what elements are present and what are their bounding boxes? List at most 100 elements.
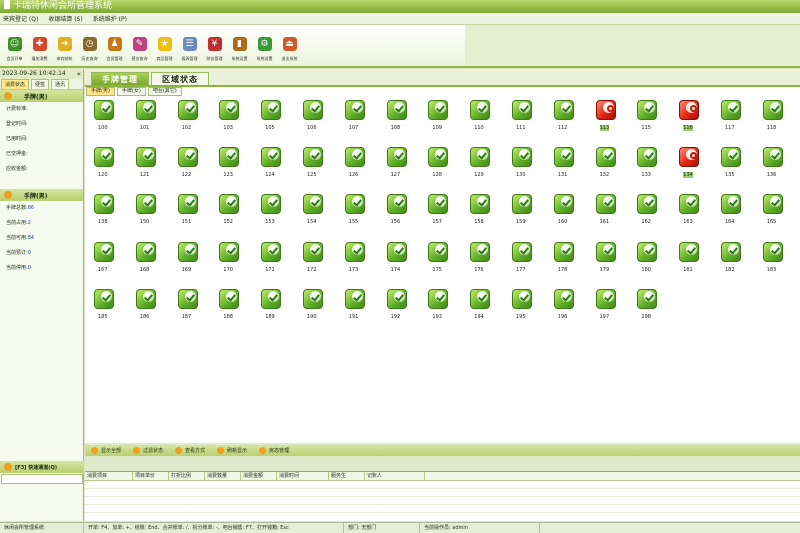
tag-cell[interactable]: 181 bbox=[670, 241, 700, 283]
tag-cell[interactable]: 173 bbox=[336, 241, 366, 283]
table-column-header[interactable]: 消费数量 bbox=[205, 472, 241, 480]
view-mode-button[interactable]: 查看方式 bbox=[175, 447, 205, 454]
tag-cell[interactable]: 128 bbox=[419, 146, 449, 188]
toolbar-button-2[interactable]: ➜ 来宾结帐 bbox=[52, 25, 77, 66]
tag-cell[interactable]: 118 bbox=[754, 99, 784, 141]
tag-cell[interactable]: 174 bbox=[378, 241, 408, 283]
tag-cell[interactable]: 186 bbox=[127, 288, 157, 330]
tag-cell[interactable]: 177 bbox=[503, 241, 533, 283]
tag-cell[interactable]: 123 bbox=[210, 146, 240, 188]
toolbar-button-0[interactable]: ☺ 会员开单 bbox=[2, 25, 27, 66]
tag-cell[interactable]: 107 bbox=[336, 99, 366, 141]
table-row[interactable] bbox=[85, 481, 800, 489]
tag-cell[interactable]: 153 bbox=[252, 193, 282, 235]
tag-cell[interactable]: 176 bbox=[461, 241, 491, 283]
quick-channel-header[interactable]: [F3] 快速通道(Q) bbox=[0, 461, 84, 473]
table-column-header[interactable]: 消费金额 bbox=[241, 472, 277, 480]
tag-cell[interactable]: 138 bbox=[85, 193, 115, 235]
tag-cell[interactable]: 133 bbox=[628, 146, 658, 188]
tag-cell[interactable]: 183 bbox=[754, 241, 784, 283]
table-row[interactable] bbox=[85, 489, 800, 497]
tag-cell[interactable]: 162 bbox=[628, 193, 658, 235]
tag-cell[interactable]: 109 bbox=[419, 99, 449, 141]
tag-cell[interactable]: 117 bbox=[712, 99, 742, 141]
tag-cell[interactable]: 152 bbox=[210, 193, 240, 235]
collapse-icon[interactable]: « bbox=[77, 69, 81, 79]
tag-cell[interactable]: 136 bbox=[754, 146, 784, 188]
tag-cell[interactable]: 194 bbox=[461, 288, 491, 330]
tag-cell[interactable]: 172 bbox=[294, 241, 324, 283]
tag-cell[interactable]: 160 bbox=[545, 193, 575, 235]
tag-cell[interactable]: 198 bbox=[628, 288, 658, 330]
tag-cell[interactable]: 116 bbox=[670, 99, 700, 141]
table-row[interactable] bbox=[85, 505, 800, 513]
tag-cell[interactable]: 115 bbox=[628, 99, 658, 141]
tag-cell[interactable]: 101 bbox=[127, 99, 157, 141]
tag-cell[interactable]: 132 bbox=[587, 146, 617, 188]
tag-cell[interactable]: 156 bbox=[378, 193, 408, 235]
tag-cell[interactable]: 175 bbox=[419, 241, 449, 283]
toolbar-button-1[interactable]: ✚ 填加消费 bbox=[27, 25, 52, 66]
tag-cell[interactable]: 126 bbox=[336, 146, 366, 188]
tag-cell[interactable]: 110 bbox=[461, 99, 491, 141]
tag-cell[interactable]: 150 bbox=[127, 193, 157, 235]
tab-notes[interactable]: 便签 bbox=[31, 79, 50, 89]
subtab-female-tags[interactable]: 手牌(女) bbox=[116, 87, 146, 96]
tab-consumption-status[interactable]: 消费状态 bbox=[1, 79, 30, 89]
tag-cell[interactable]: 191 bbox=[336, 288, 366, 330]
subtab-male-tags[interactable]: 手牌(男) bbox=[86, 87, 115, 96]
tag-cell[interactable]: 196 bbox=[545, 288, 575, 330]
table-row[interactable] bbox=[85, 497, 800, 505]
tag-cell[interactable]: 159 bbox=[503, 193, 533, 235]
tag-cell[interactable]: 130 bbox=[503, 146, 533, 188]
tag-cell[interactable]: 169 bbox=[169, 241, 199, 283]
tag-cell[interactable]: 195 bbox=[503, 288, 533, 330]
quick-channel-input[interactable] bbox=[1, 474, 83, 484]
tag-cell[interactable]: 192 bbox=[378, 288, 408, 330]
tag-cell[interactable]: 125 bbox=[294, 146, 324, 188]
subtab-bar-other[interactable]: 吧台(其它) bbox=[147, 87, 182, 96]
tag-cell[interactable]: 189 bbox=[252, 288, 282, 330]
tag-cell[interactable]: 179 bbox=[587, 241, 617, 283]
tag-cell[interactable]: 154 bbox=[294, 193, 324, 235]
section-header-detail[interactable]: 手牌(男) bbox=[0, 90, 83, 102]
menu-system-maintenance[interactable]: 系统维护 (P) bbox=[93, 14, 127, 23]
tag-cell[interactable]: 164 bbox=[712, 193, 742, 235]
tag-cell[interactable]: 103 bbox=[210, 99, 240, 141]
tag-cell[interactable]: 182 bbox=[712, 241, 742, 283]
filter-status-button[interactable]: 过滤状态 bbox=[133, 447, 163, 454]
tag-cell[interactable]: 180 bbox=[628, 241, 658, 283]
tag-cell[interactable]: 157 bbox=[419, 193, 449, 235]
toolbar-button-5[interactable]: ✎ 营业查询 bbox=[127, 25, 152, 66]
tag-cell[interactable]: 161 bbox=[587, 193, 617, 235]
table-column-header[interactable]: 打折比例 bbox=[169, 472, 205, 480]
tag-cell[interactable]: 163 bbox=[670, 193, 700, 235]
tag-cell[interactable]: 112 bbox=[545, 99, 575, 141]
tag-cell[interactable]: 134 bbox=[670, 146, 700, 188]
table-column-header[interactable]: 项目单价 bbox=[133, 472, 169, 480]
toolbar-button-8[interactable]: ¥ 财务管理 bbox=[202, 25, 227, 66]
section-header-summary[interactable]: 手牌(男) bbox=[0, 189, 83, 201]
tag-cell[interactable]: 187 bbox=[169, 288, 199, 330]
tag-cell[interactable]: 158 bbox=[461, 193, 491, 235]
tag-cell[interactable]: 121 bbox=[127, 146, 157, 188]
tag-cell[interactable]: 165 bbox=[754, 193, 784, 235]
tag-cell[interactable]: 170 bbox=[210, 241, 240, 283]
table-column-header[interactable]: 服务生 bbox=[329, 472, 365, 480]
table-column-header[interactable]: 记账人 bbox=[365, 472, 425, 480]
menu-guest-registration[interactable]: 来宾登记 (Q) bbox=[3, 14, 38, 23]
tag-cell[interactable]: 102 bbox=[169, 99, 199, 141]
tag-cell[interactable]: 185 bbox=[85, 288, 115, 330]
tag-cell[interactable]: 190 bbox=[294, 288, 324, 330]
tag-cell[interactable]: 105 bbox=[252, 99, 282, 141]
tag-cell[interactable]: 129 bbox=[461, 146, 491, 188]
tag-cell[interactable]: 135 bbox=[712, 146, 742, 188]
room-status-button[interactable]: 房态管理 bbox=[259, 447, 289, 454]
tab-tag-management[interactable]: 手牌管理 bbox=[91, 72, 149, 85]
tag-cell[interactable]: 127 bbox=[378, 146, 408, 188]
tag-cell[interactable]: 131 bbox=[545, 146, 575, 188]
tag-cell[interactable]: 122 bbox=[169, 146, 199, 188]
tab-contacts[interactable]: 通讯 bbox=[51, 79, 70, 89]
tab-area-status[interactable]: 区域状态 bbox=[151, 72, 209, 85]
tag-cell[interactable]: 108 bbox=[378, 99, 408, 141]
